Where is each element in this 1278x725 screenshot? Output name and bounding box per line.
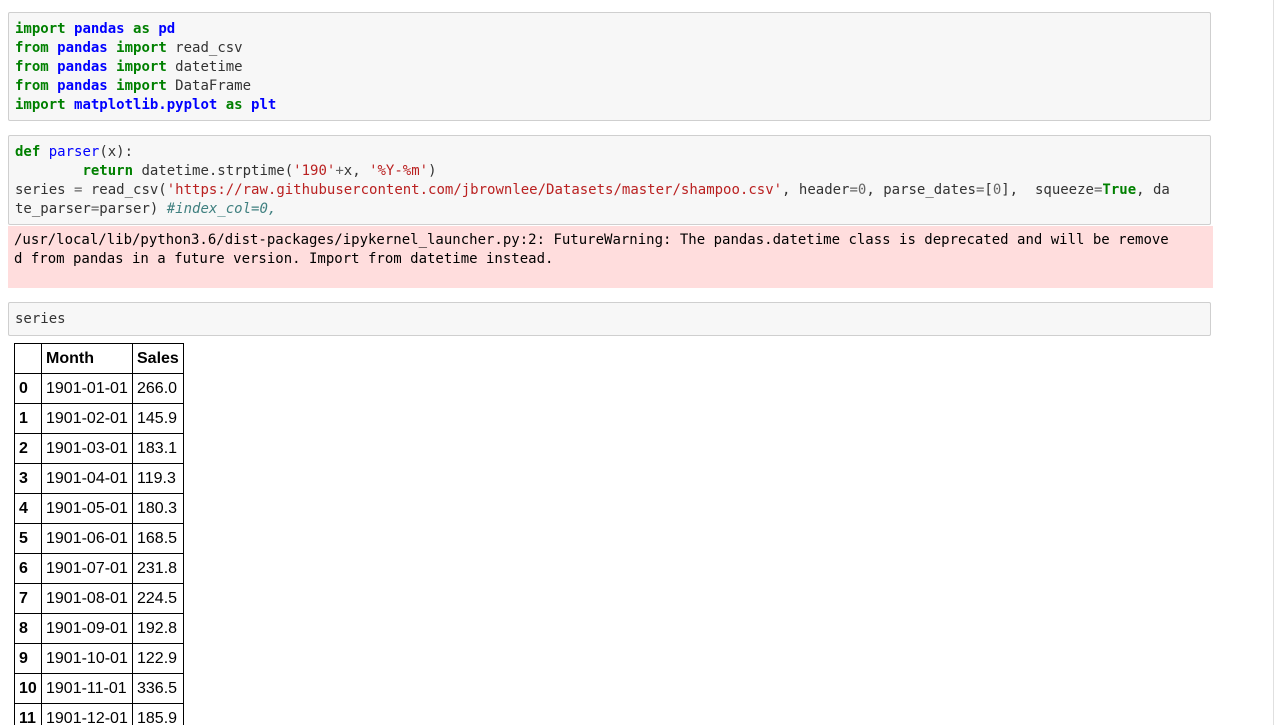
sales-cell: 183.1 — [132, 433, 184, 464]
row-index: 9 — [14, 643, 42, 674]
month-cell: 1901-07-01 — [41, 553, 133, 584]
month-cell: 1901-11-01 — [41, 673, 133, 704]
table-row: 0 1901-01-01 266.0 — [14, 373, 184, 404]
row-index: 11 — [14, 703, 42, 725]
table-row: 5 1901-06-01 168.5 — [14, 523, 184, 554]
code-editor[interactable]: def parser(x): return datetime.strptime(… — [9, 136, 1210, 226]
warning-line: d from pandas in a future version. Impor… — [14, 251, 554, 267]
month-cell: 1901-02-01 — [41, 403, 133, 434]
code-line[interactable]: from pandas import DataFrame — [15, 77, 1204, 96]
sales-cell: 224.5 — [132, 583, 184, 614]
sales-cell: 168.5 — [132, 523, 184, 554]
code-editor[interactable]: series — [9, 303, 1210, 336]
column-header-index — [14, 343, 42, 374]
table-row: 2 1901-03-01 183.1 — [14, 433, 184, 464]
code-line[interactable]: import matplotlib.pyplot as plt — [15, 96, 1204, 115]
sales-cell: 122.9 — [132, 643, 184, 674]
month-cell: 1901-05-01 — [41, 493, 133, 524]
row-index: 2 — [14, 433, 42, 464]
row-index: 3 — [14, 463, 42, 494]
row-index: 5 — [14, 523, 42, 554]
month-cell: 1901-10-01 — [41, 643, 133, 674]
table-row: 10 1901-11-01 336.5 — [14, 673, 184, 704]
row-index: 0 — [14, 373, 42, 404]
sales-cell: 119.3 — [132, 463, 184, 494]
sales-cell: 231.8 — [132, 553, 184, 584]
scrollbar-track[interactable] — [1273, 0, 1274, 725]
code-cell-parser[interactable]: def parser(x): return datetime.strptime(… — [8, 135, 1211, 225]
month-cell: 1901-03-01 — [41, 433, 133, 464]
table-row: 6 1901-07-01 231.8 — [14, 553, 184, 584]
row-index: 8 — [14, 613, 42, 644]
code-line[interactable]: series — [15, 310, 1204, 329]
row-index: 4 — [14, 493, 42, 524]
month-cell: 1901-08-01 — [41, 583, 133, 614]
sales-cell: 192.8 — [132, 613, 184, 644]
column-header-sales: Sales — [132, 343, 184, 374]
sales-cell: 145.9 — [132, 403, 184, 434]
table-header-row: Month Sales — [14, 343, 184, 374]
month-cell: 1901-06-01 — [41, 523, 133, 554]
table-body: 0 1901-01-01 266.0 1 1901-02-01 145.9 2 1901-03… — [14, 373, 184, 725]
code-line[interactable]: def parser(x): — [15, 143, 1204, 162]
code-cell-imports[interactable]: import pandas as pd from pandas import re… — [8, 12, 1211, 121]
row-index: 6 — [14, 553, 42, 584]
code-line[interactable]: from pandas import read_csv — [15, 39, 1204, 58]
sales-cell: 185.9 — [132, 703, 184, 725]
code-editor[interactable]: import pandas as pd from pandas import re… — [9, 13, 1210, 122]
row-index: 10 — [14, 673, 42, 704]
dataframe-output-table: Month Sales 0 1901-01-01 266.0 1 1901-02-01 1… — [14, 343, 184, 725]
sales-cell: 180.3 — [132, 493, 184, 524]
table-row: 11 1901-12-01 185.9 — [14, 703, 184, 725]
code-line[interactable]: from pandas import datetime — [15, 58, 1204, 77]
sales-cell: 266.0 — [132, 373, 184, 404]
column-header-month: Month — [41, 343, 133, 374]
code-line[interactable]: import pandas as pd — [15, 20, 1204, 39]
table-row: 8 1901-09-01 192.8 — [14, 613, 184, 644]
table-row: 9 1901-10-01 122.9 — [14, 643, 184, 674]
row-index: 7 — [14, 583, 42, 614]
month-cell: 1901-01-01 — [41, 373, 133, 404]
table-row: 3 1901-04-01 119.3 — [14, 463, 184, 494]
code-line[interactable]: te_parser=parser) #index_col=0, — [15, 200, 1204, 219]
sales-cell: 336.5 — [132, 673, 184, 704]
month-cell: 1901-04-01 — [41, 463, 133, 494]
month-cell: 1901-12-01 — [41, 703, 133, 725]
row-index: 1 — [14, 403, 42, 434]
table-row: 7 1901-08-01 224.5 — [14, 583, 184, 614]
code-cell-series[interactable]: series — [8, 302, 1211, 336]
table-row: 4 1901-05-01 180.3 — [14, 493, 184, 524]
warning-line: /usr/local/lib/python3.6/dist-packages/i… — [14, 232, 1169, 248]
code-line[interactable]: series = read_csv('https://raw.githubuse… — [15, 181, 1204, 200]
table-row: 1 1901-02-01 145.9 — [14, 403, 184, 434]
month-cell: 1901-09-01 — [41, 613, 133, 644]
code-line[interactable]: return datetime.strptime('190'+x, '%Y-%m… — [15, 162, 1204, 181]
warning-output: /usr/local/lib/python3.6/dist-packages/i… — [8, 226, 1213, 288]
